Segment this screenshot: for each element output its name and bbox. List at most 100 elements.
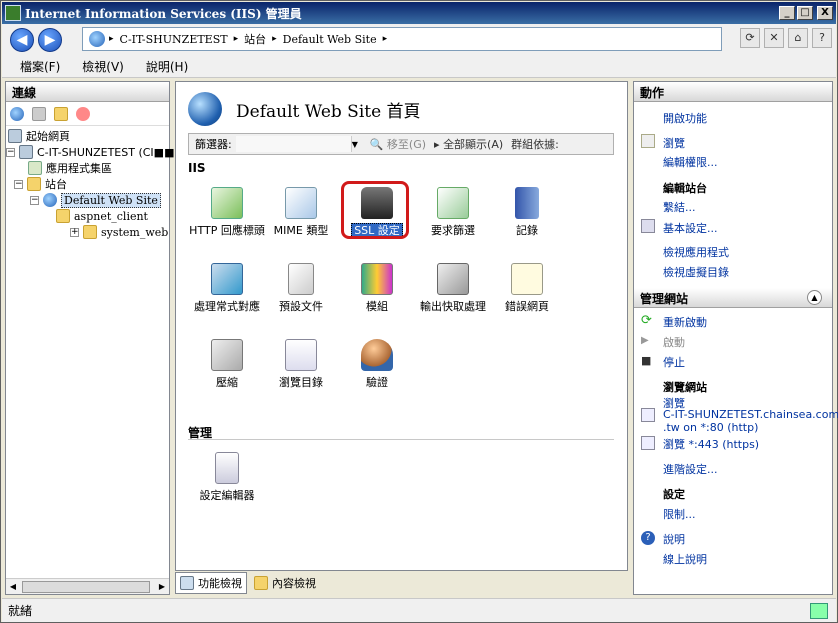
tree-item-aspnet-client[interactable]: aspnet_client — [56, 208, 148, 224]
website-globe-icon — [188, 92, 222, 126]
restart-link[interactable]: 重新啟動 — [663, 314, 707, 330]
help-icon[interactable]: ? — [812, 28, 832, 48]
collapse-up-icon[interactable]: ▲ — [807, 290, 822, 305]
browse-http-link-line2[interactable]: C-IT-SHUNZETEST.chainsea.com — [663, 408, 838, 421]
breadcrumb-separator: ▸ — [272, 34, 277, 44]
logging-icon — [515, 187, 539, 219]
view-tabs: 功能檢視 內容檢視 — [175, 572, 628, 594]
basic-settings-link[interactable]: 基本設定... — [663, 220, 718, 236]
section-divider — [188, 439, 614, 440]
forward-arrow-icon[interactable]: ▶ — [38, 28, 62, 52]
browse-http-link-line3[interactable]: .tw on *:80 (http) — [663, 421, 758, 434]
collapse-icon[interactable]: − — [30, 195, 39, 205]
directory-browsing-icon — [285, 339, 317, 371]
breadcrumb-separator: ▸ — [109, 34, 114, 44]
error-pages-icon — [511, 263, 543, 295]
stop-link[interactable]: 停止 — [663, 354, 685, 370]
feature-configuration-editor[interactable]: 設定編輯器 — [188, 452, 266, 502]
save-icon[interactable] — [32, 106, 46, 121]
browse-https-link[interactable]: 瀏覽 *:443 (https) — [663, 436, 759, 452]
view-virtual-directories-link[interactable]: 檢視虛擬目錄 — [663, 264, 729, 280]
start-link[interactable]: 啟動 — [663, 334, 685, 350]
refresh-icon[interactable]: ⟳ — [740, 28, 760, 48]
bindings-link[interactable]: 繫結... — [663, 199, 696, 215]
tree-item-app-pools[interactable]: 應用程式集區 — [28, 160, 112, 176]
iis-manager-window: Internet Information Services (IIS) 管理員 … — [0, 0, 838, 623]
disconnect-icon[interactable] — [76, 106, 90, 121]
filter-input[interactable] — [235, 136, 352, 152]
connect-icon[interactable] — [10, 106, 24, 121]
tree-item-default-web-site[interactable]: − Default Web Site — [30, 192, 161, 208]
feature-mime-types[interactable]: MIME 類型 — [262, 187, 340, 237]
feature-http-headers[interactable]: HTTP 回應標頭 — [188, 187, 266, 237]
scroll-right-icon[interactable]: ▶ — [155, 580, 169, 594]
feature-output-caching[interactable]: 輸出快取處理 — [414, 263, 492, 313]
computer-icon — [8, 129, 22, 143]
advanced-settings-link[interactable]: 進階設定... — [663, 461, 718, 477]
tree-item-sites[interactable]: − 站台 — [14, 176, 67, 192]
menu-file[interactable]: 檔案(F) — [20, 58, 60, 75]
back-arrow-icon[interactable]: ◀ — [10, 28, 34, 52]
close-button[interactable]: X — [817, 6, 833, 20]
feature-directory-browsing[interactable]: 瀏覽目錄 — [262, 339, 340, 389]
go-label: 移至(G) — [386, 138, 427, 151]
menu-help[interactable]: 說明(H) — [146, 58, 188, 75]
browse-link[interactable]: 瀏覽 — [663, 135, 685, 151]
permissions-icon — [641, 134, 655, 148]
help-link[interactable]: 說明 — [663, 531, 685, 547]
feature-logging[interactable]: 記錄 — [488, 187, 566, 237]
feature-handler-mappings[interactable]: 處理常式對應 — [188, 263, 266, 313]
maximize-button[interactable]: □ — [797, 6, 813, 20]
filter-dropdown-icon[interactable]: ▼ — [352, 140, 362, 149]
tab-content-view[interactable]: 內容檢視 — [249, 572, 321, 594]
breadcrumb-site[interactable]: Default Web Site — [283, 33, 377, 46]
tree-label: aspnet_client — [74, 209, 148, 223]
breadcrumb-sites[interactable]: 站台 — [244, 31, 266, 47]
up-folder-icon[interactable] — [54, 106, 68, 121]
actions-header: 動作 — [634, 82, 832, 102]
scroll-left-icon[interactable]: ◀ — [6, 580, 20, 594]
stop-icon[interactable]: ✕ — [764, 28, 784, 48]
breadcrumb[interactable]: ▸ C-IT-SHUNZETEST ▸ 站台 ▸ Default Web Sit… — [82, 27, 722, 51]
feature-request-filtering[interactable]: 要求篩選 — [414, 187, 492, 237]
group-by-button[interactable]: 群組依據: — [511, 136, 559, 152]
feature-label: 驗證 — [366, 376, 388, 389]
breadcrumb-server[interactable]: C-IT-SHUNZETEST — [120, 33, 228, 46]
tree-label: 起始網頁 — [26, 130, 70, 143]
tree-item-server[interactable]: − C-IT-SHUNZETEST (CI■■M — [6, 144, 184, 160]
feature-label: 處理常式對應 — [194, 300, 260, 313]
connections-toolbar — [6, 102, 169, 126]
open-feature-link[interactable]: 開啟功能 — [663, 110, 707, 126]
tab-features-view[interactable]: 功能檢視 — [175, 572, 247, 594]
feature-error-pages[interactable]: 錯誤網頁 — [488, 263, 566, 313]
feature-modules[interactable]: 模組 — [338, 263, 416, 313]
collapse-icon[interactable]: − — [14, 179, 23, 189]
compression-icon — [211, 339, 243, 371]
limits-link[interactable]: 限制... — [663, 506, 696, 522]
view-applications-link[interactable]: 檢視應用程式 — [663, 244, 729, 260]
menu-view[interactable]: 檢視(V) — [82, 58, 124, 75]
feature-default-document[interactable]: 預設文件 — [262, 263, 340, 313]
minimize-button[interactable]: _ — [779, 6, 795, 20]
show-all-button[interactable]: ▸ 全部顯示(A) — [434, 136, 503, 152]
expand-icon[interactable]: + — [70, 227, 79, 237]
tree-item-start-page[interactable]: 起始網頁 — [8, 128, 70, 144]
collapse-icon[interactable]: − — [6, 147, 15, 157]
online-help-link[interactable]: 線上說明 — [663, 551, 707, 567]
show-all-label: 全部顯示(A) — [443, 138, 504, 151]
scroll-thumb[interactable] — [22, 581, 150, 593]
feature-compression[interactable]: 壓縮 — [188, 339, 266, 389]
status-bar: 就緒 — [2, 598, 836, 622]
browse-website-group: 瀏覽網站 — [663, 381, 707, 394]
handler-mappings-icon — [211, 263, 243, 295]
horizontal-scrollbar[interactable]: ◀ ▶ — [6, 578, 169, 594]
home-icon[interactable]: ⌂ — [788, 28, 808, 48]
request-filter-icon — [437, 187, 469, 219]
feature-label: 要求篩選 — [431, 224, 475, 237]
go-button[interactable]: 🔍 移至(G) — [370, 136, 426, 152]
status-text: 就緒 — [8, 604, 33, 618]
menu-bar: 檔案(F) 檢視(V) 說明(H) — [2, 56, 836, 78]
edit-permissions-link[interactable]: 編輯權限... — [663, 154, 718, 170]
tree-item-system-web[interactable]: + system_web — [70, 224, 168, 240]
feature-authentication[interactable]: 驗證 — [338, 339, 416, 389]
